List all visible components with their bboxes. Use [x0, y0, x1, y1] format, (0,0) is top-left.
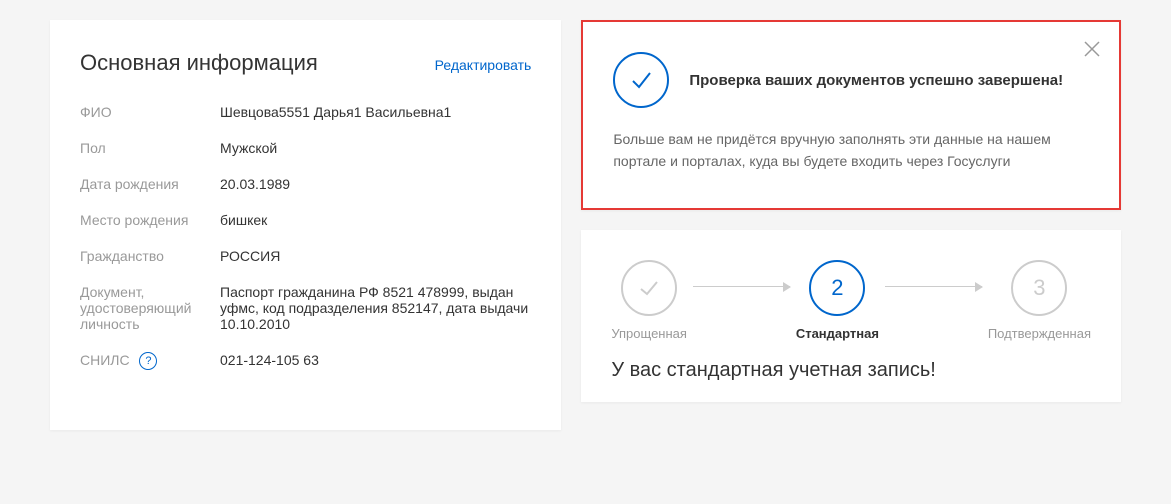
- step-standard: 2 Стандартная: [796, 260, 879, 341]
- step-circle-future: 3: [1011, 260, 1067, 316]
- step-confirmed: 3 Подтвержденная: [988, 260, 1091, 341]
- field-label: Дата рождения: [80, 176, 220, 192]
- field-label: Гражданство: [80, 248, 220, 264]
- field-value: РОССИЯ: [220, 248, 280, 264]
- edit-link[interactable]: Редактировать: [435, 57, 532, 73]
- section-title: Основная информация: [80, 50, 318, 76]
- field-label: ФИО: [80, 104, 220, 120]
- close-icon[interactable]: [1083, 40, 1101, 63]
- field-value: 021-124-105 63: [220, 352, 319, 370]
- step-simplified: Упрощенная: [611, 260, 687, 341]
- notification-body: Больше вам не придётся вручную заполнять…: [613, 128, 1089, 173]
- step-label: Упрощенная: [611, 326, 687, 341]
- account-steps-panel: Упрощенная 2 Стандартная 3 Подтвержденна…: [581, 230, 1121, 402]
- field-snils: СНИЛС ? 021-124-105 63: [80, 352, 531, 370]
- step-label: Стандартная: [796, 326, 879, 341]
- arrow-icon: [693, 286, 790, 287]
- field-id-document: Документ, удостоверяющий личность Паспор…: [80, 284, 531, 332]
- field-label: Документ, удостоверяющий личность: [80, 284, 220, 332]
- step-circle-current: 2: [809, 260, 865, 316]
- field-gender: Пол Мужской: [80, 140, 531, 156]
- check-icon: [613, 52, 669, 108]
- field-label: Пол: [80, 140, 220, 156]
- field-fio: ФИО Шевцова5551 Дарья1 Васильевна1: [80, 104, 531, 120]
- step-circle-done: [621, 260, 677, 316]
- field-pob: Место рождения бишкек: [80, 212, 531, 228]
- field-label: СНИЛС ?: [80, 352, 220, 370]
- field-value: бишкек: [220, 212, 267, 228]
- field-value: Шевцова5551 Дарья1 Васильевна1: [220, 104, 451, 120]
- notification-title: Проверка ваших документов успешно заверш…: [689, 70, 1063, 91]
- field-citizenship: Гражданство РОССИЯ: [80, 248, 531, 264]
- field-value: Паспорт гражданина РФ 8521 478999, выдан…: [220, 284, 531, 332]
- help-icon[interactable]: ?: [139, 352, 157, 370]
- arrow-icon: [885, 286, 982, 287]
- step-label: Подтвержденная: [988, 326, 1091, 341]
- notification-box: Проверка ваших документов успешно заверш…: [581, 20, 1121, 210]
- main-info-panel: Основная информация Редактировать ФИО Ше…: [50, 20, 561, 430]
- field-value: 20.03.1989: [220, 176, 290, 192]
- account-status-title: У вас стандартная учетная запись!: [611, 359, 1091, 382]
- field-dob: Дата рождения 20.03.1989: [80, 176, 531, 192]
- field-label: Место рождения: [80, 212, 220, 228]
- field-value: Мужской: [220, 140, 277, 156]
